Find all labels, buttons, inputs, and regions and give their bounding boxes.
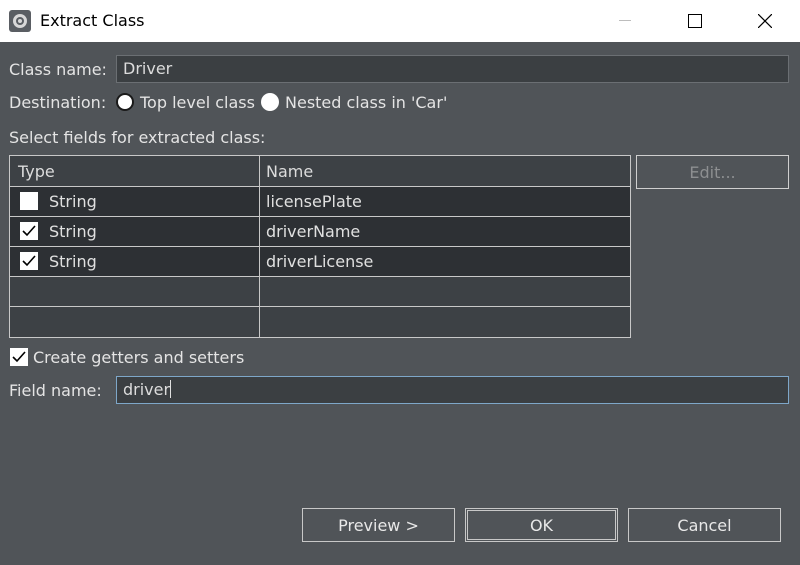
type-cell: String [49, 252, 97, 271]
table-header: Type Name [10, 156, 630, 187]
class-name-value: Driver [123, 59, 173, 78]
field-name-input[interactable]: driver [116, 376, 789, 404]
edit-button[interactable]: Edit... [636, 155, 789, 189]
window-title: Extract Class [40, 11, 145, 30]
getters-setters-checkbox-box[interactable] [10, 348, 28, 366]
table-row-empty [10, 277, 630, 307]
row-checkbox[interactable] [20, 222, 38, 240]
cancel-button-label: Cancel [677, 515, 732, 535]
column-separator[interactable] [259, 156, 260, 337]
column-header-name[interactable]: Name [266, 162, 313, 181]
ok-button-label: OK [529, 515, 554, 535]
title-bar: Extract Class [0, 0, 800, 42]
row-checkbox[interactable] [20, 252, 38, 270]
table-row[interactable]: String driverLicense [10, 247, 630, 277]
fields-table: Type Name String licensePlate String dri… [9, 155, 631, 338]
checkmark-icon [12, 351, 26, 363]
row-checkbox[interactable] [20, 192, 38, 210]
name-cell: licensePlate [266, 192, 362, 211]
column-header-type[interactable]: Type [18, 162, 55, 181]
name-cell: driverLicense [266, 252, 374, 271]
minimize-icon[interactable] [590, 0, 660, 42]
field-name-label: Field name: [9, 381, 102, 400]
radio-nested-class-label[interactable]: Nested class in 'Car' [285, 93, 447, 112]
ok-button[interactable]: OK [465, 508, 618, 542]
getters-setters-label[interactable]: Create getters and setters [33, 348, 244, 367]
maximize-icon[interactable] [660, 0, 730, 42]
select-fields-label: Select fields for extracted class: [9, 128, 266, 147]
cancel-button[interactable]: Cancel [628, 508, 781, 542]
close-icon[interactable] [730, 0, 800, 42]
class-name-input[interactable]: Driver [116, 55, 789, 83]
class-name-label: Class name: [9, 60, 107, 79]
checkmark-icon [22, 225, 36, 237]
preview-button[interactable]: Preview > [302, 508, 455, 542]
eclipse-gear-icon [9, 10, 31, 32]
table-row[interactable]: String driverName [10, 217, 630, 247]
type-cell: String [49, 192, 97, 211]
type-cell: String [49, 222, 97, 241]
table-row-empty [10, 307, 630, 336]
text-caret [170, 380, 172, 398]
table-row[interactable]: String licensePlate [10, 187, 630, 217]
radio-nested-class-indicator[interactable] [261, 93, 279, 111]
edit-button-label: Edit... [689, 162, 736, 182]
field-name-value: driver [123, 380, 171, 399]
checkmark-icon [22, 255, 36, 267]
preview-button-label: Preview > [338, 515, 419, 535]
radio-top-level-label[interactable]: Top level class [140, 93, 255, 112]
destination-label: Destination: [9, 93, 107, 112]
radio-top-level-indicator[interactable] [116, 93, 134, 111]
name-cell: driverName [266, 222, 361, 241]
